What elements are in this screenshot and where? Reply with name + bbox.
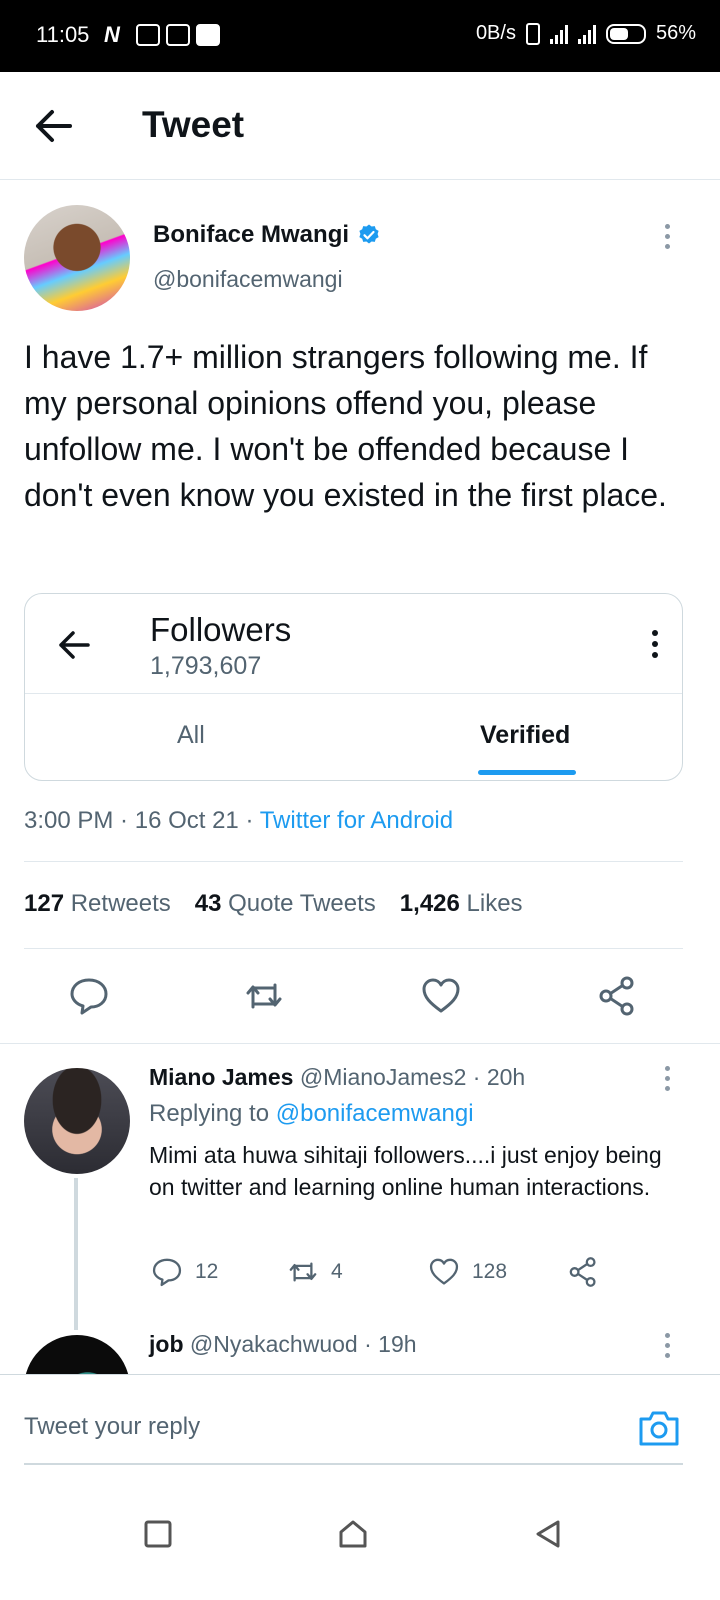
reply-retweet-button[interactable]: 4 [287, 1256, 343, 1288]
likes-stat[interactable]: 1,426 Likes [400, 890, 523, 918]
verified-badge-icon [359, 224, 379, 244]
like-count: 128 [472, 1260, 508, 1283]
status-time: 11:05 [36, 22, 90, 47]
system-nav-bar [0, 1484, 720, 1600]
author-name-row[interactable]: Boniface Mwangi [153, 221, 381, 249]
retweet-icon [289, 1262, 317, 1282]
card-title: Followers [150, 611, 292, 648]
battery-icon [605, 23, 646, 44]
divider [24, 861, 683, 862]
tweet-source-link[interactable]: Twitter for Android [260, 807, 453, 834]
quote-tweets-stat[interactable]: 43 Quote Tweets [195, 890, 376, 918]
gallery-icon [136, 24, 160, 46]
signal-icon [577, 24, 596, 44]
camera-icon[interactable] [638, 1409, 680, 1447]
author-name[interactable]: Boniface Mwangi [153, 221, 349, 249]
back-triangle-icon[interactable] [532, 1518, 564, 1550]
tweet-stats: 127 Retweets 43 Quote Tweets 1,426 Likes [24, 890, 523, 918]
pulse-icon [166, 24, 190, 46]
reply-composer: Tweet your reply [0, 1374, 720, 1484]
reply-share-button[interactable] [567, 1256, 599, 1288]
reply-header[interactable]: job @Nyakachwuod · 19h [149, 1331, 417, 1358]
tweet-meta: 3:00 PM · 16 Oct 21 · Twitter for Androi… [24, 807, 454, 834]
retweet-icon[interactable] [243, 975, 285, 1017]
retweets-stat[interactable]: 127 Retweets [24, 890, 171, 918]
card-divider [25, 693, 682, 694]
reply-input-underline [24, 1463, 683, 1465]
reply-author-name: job [149, 1331, 184, 1357]
sim-icon [525, 22, 540, 45]
more-options-icon[interactable] [663, 1066, 671, 1091]
tweet-time: 3:00 PM [24, 807, 114, 834]
retweet-count: 4 [331, 1260, 343, 1283]
youtube-icon [196, 24, 220, 46]
notification-icons: N [104, 24, 220, 46]
reply-text: Mimi ata huwa sihitaji followers....i ju… [149, 1142, 662, 1200]
reply-age: 20h [486, 1064, 526, 1090]
divider [0, 1043, 720, 1044]
more-options-icon [651, 630, 659, 658]
net-speed: 0B/s [475, 22, 516, 44]
tweet-date: 16 Oct 21 [134, 807, 239, 834]
reply-icon [152, 1258, 182, 1287]
share-icon[interactable] [596, 975, 638, 1017]
reply-author-handle: @Nyakachwuod [189, 1331, 358, 1357]
card-tab-verified: Verified [480, 721, 571, 749]
reply-like-button[interactable]: 128 [428, 1256, 507, 1288]
share-icon [569, 1257, 596, 1287]
more-options-icon[interactable] [663, 224, 671, 249]
battery-percent: 56% [655, 22, 696, 44]
reply-input[interactable]: Tweet your reply [24, 1413, 200, 1441]
author-handle[interactable]: @bonifacemwangi [153, 266, 343, 293]
tweet-media-card[interactable]: Followers 1,793,607 All Verified [24, 593, 683, 781]
reply-author-handle: @MianoJames2 [299, 1064, 467, 1090]
page-title: Tweet [142, 104, 245, 145]
replying-to: Replying to @bonifacemwangi [149, 1100, 474, 1127]
back-arrow-icon[interactable] [34, 108, 74, 144]
reply-reply-button[interactable]: 12 [151, 1256, 218, 1288]
divider [24, 948, 683, 949]
back-arrow-icon [59, 631, 90, 659]
reply-age: 19h [378, 1331, 417, 1357]
reply-author-name: Miano James [149, 1064, 294, 1090]
card-tab-all: All [177, 721, 205, 749]
like-heart-icon [429, 1258, 459, 1285]
home-icon[interactable] [337, 1518, 369, 1550]
reply-header[interactable]: Miano James @MianoJames2 · 20h [149, 1064, 525, 1091]
recent-apps-icon[interactable] [142, 1518, 174, 1550]
card-follower-count: 1,793,607 [150, 652, 262, 680]
thread-line [74, 1178, 78, 1330]
n-icon: N [104, 22, 120, 47]
status-right: 0B/s 56% [476, 22, 696, 45]
reply-avatar[interactable] [24, 1068, 130, 1174]
more-options-icon[interactable] [663, 1333, 671, 1358]
reply-count: 12 [195, 1260, 219, 1283]
like-heart-icon[interactable] [420, 975, 462, 1017]
tweet-text: I have 1.7+ million strangers following … [24, 339, 667, 513]
active-tab-indicator [478, 770, 576, 775]
reply-icon[interactable] [68, 975, 110, 1017]
replying-to-handle[interactable]: @bonifacemwangi [276, 1100, 474, 1127]
app-header: Tweet [0, 72, 720, 180]
status-bar: 11:05 N 0B/s 56% [0, 0, 720, 72]
author-avatar[interactable] [24, 205, 130, 311]
tweet-action-bar [0, 975, 720, 1019]
signal-icon [549, 24, 568, 44]
